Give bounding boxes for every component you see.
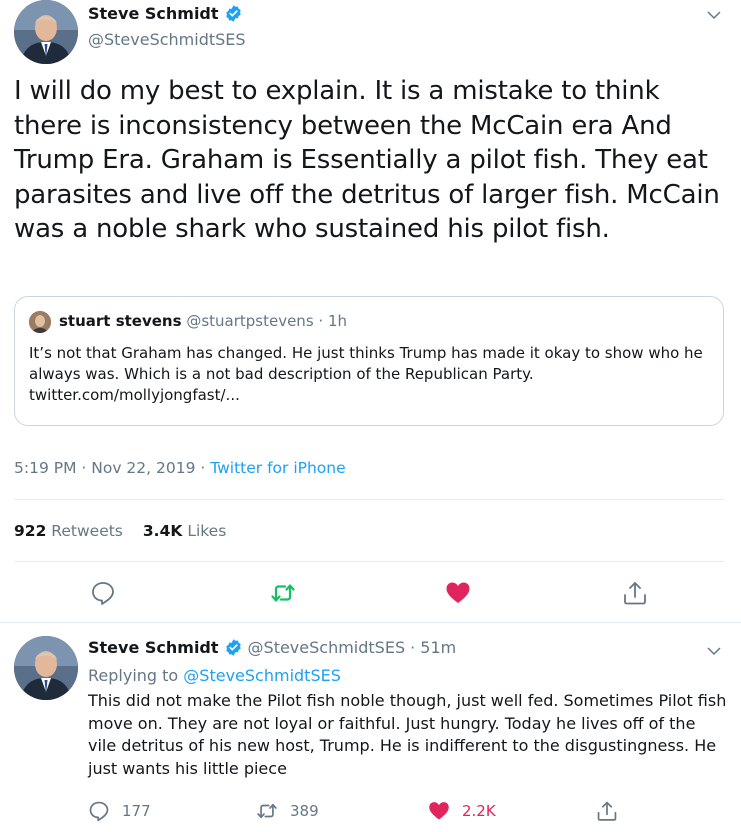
like-icon [446, 582, 470, 603]
tweet-text: I will do my best to explain. It is a mi… [14, 76, 720, 244]
author-name[interactable]: Steve Schmidt [88, 4, 219, 23]
quoted-author-avatar [29, 311, 51, 333]
retweet-icon [271, 584, 295, 602]
quoted-author-name: stuart stevens [59, 312, 182, 330]
reply-author-name[interactable]: Steve Schmidt [88, 638, 219, 657]
reply-icon [89, 801, 109, 822]
quoted-time: · 1h [318, 312, 348, 330]
share-icon [624, 582, 646, 605]
chevron-down-icon[interactable] [705, 6, 723, 24]
quoted-header: stuart stevens @stuartpstevens · 1h [59, 312, 347, 330]
likes-label: Likes [187, 522, 227, 540]
replying-to-link[interactable]: @SteveSchmidtSES [183, 666, 341, 685]
reply-reply-button[interactable]: 177 [88, 800, 151, 822]
tweet-timestamp[interactable]: 5:19 PM · Nov 22, 2019 · [14, 459, 210, 477]
author-name-row: Steve Schmidt [88, 4, 243, 23]
like-icon [429, 802, 449, 820]
reply-retweets-count: 389 [290, 802, 319, 820]
quoted-text-block: It’s not that Graham has changed. He jus… [29, 343, 719, 406]
likes-count: 3.4K [142, 522, 183, 540]
divider [0, 622, 741, 623]
reply-button[interactable] [90, 580, 116, 606]
reply-icon [92, 582, 114, 605]
reply-retweet-button[interactable]: 389 [256, 800, 319, 822]
retweets-count: 922 [14, 522, 47, 540]
reply-share-button[interactable] [596, 800, 618, 822]
quoted-author-handle: @stuartpstevens [186, 312, 314, 330]
verified-badge-icon [225, 5, 241, 22]
quoted-text: It’s not that Graham has changed. He jus… [29, 344, 703, 383]
reply-replies-count: 177 [122, 802, 151, 820]
retweets-label: Retweets [51, 522, 123, 540]
replying-to: Replying to @SteveSchmidtSES [88, 666, 341, 685]
tweet-meta: 5:19 PM · Nov 22, 2019 · Twitter for iPh… [14, 459, 346, 477]
reply-time[interactable]: · 51m [410, 638, 456, 657]
author-handle[interactable]: @SteveSchmidtSES [88, 30, 246, 49]
quoted-tweet[interactable]: stuart stevens @stuartpstevens · 1h It’s… [14, 296, 724, 426]
reply-likes-count: 2.2K [462, 802, 496, 820]
chevron-down-icon[interactable] [705, 642, 723, 660]
replying-label: Replying to [88, 666, 184, 685]
reply-like-button[interactable]: 2.2K [428, 800, 496, 822]
reply-author-handle[interactable]: @SteveSchmidtSES [248, 638, 406, 657]
divider [14, 561, 724, 562]
retweets-stat[interactable]: 922 Retweets [14, 522, 123, 540]
like-button[interactable] [445, 580, 471, 606]
tweet-stats: 922 Retweets 3.4K Likes [14, 522, 226, 540]
reply-header: Steve Schmidt @SteveSchmidtSES · 51m [88, 638, 456, 657]
retweet-button[interactable] [270, 580, 296, 606]
verified-badge-icon [225, 639, 241, 656]
share-button[interactable] [622, 580, 648, 606]
author-avatar[interactable] [14, 0, 78, 64]
likes-stat[interactable]: 3.4K Likes [143, 522, 226, 540]
divider [14, 499, 724, 500]
quoted-link[interactable]: twitter.com/mollyjongfast/... [29, 386, 240, 404]
share-icon [597, 801, 617, 821]
reply-author-avatar[interactable] [14, 636, 78, 700]
reply-text: This did not make the Pilot fish noble t… [88, 691, 727, 778]
tweet-source[interactable]: Twitter for iPhone [210, 459, 345, 477]
retweet-icon [257, 803, 277, 819]
